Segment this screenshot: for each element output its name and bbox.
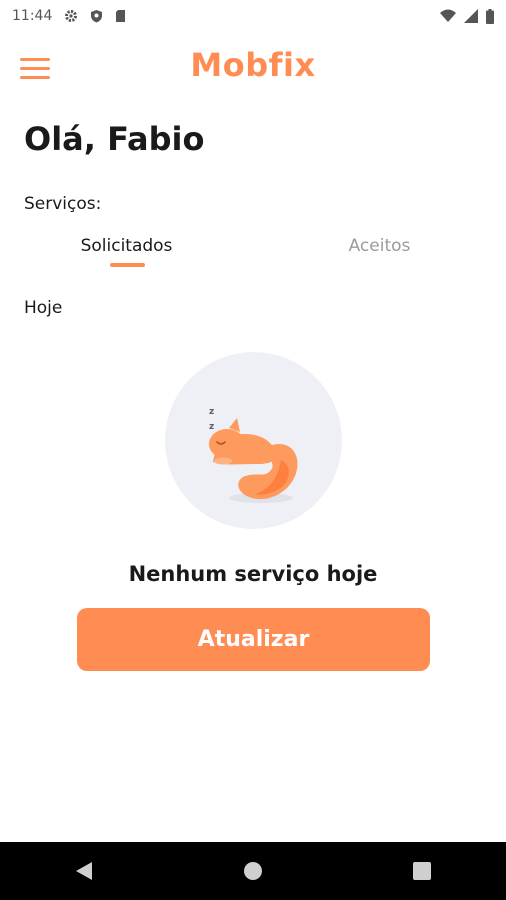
battery-icon xyxy=(486,8,494,24)
app-bar: Mobfix xyxy=(0,40,506,96)
empty-state-message: Nenhum serviço hoje xyxy=(128,562,378,586)
svg-text:z: z xyxy=(209,407,214,417)
shield-icon xyxy=(90,9,103,23)
status-right xyxy=(440,8,494,24)
tab-selected-indicator xyxy=(110,263,145,267)
app-title: Mobfix xyxy=(190,46,316,84)
services-tabs: Solicitados Aceitos xyxy=(0,228,506,272)
sleeping-squirrel-illustration: z z xyxy=(165,352,342,529)
recents-icon[interactable] xyxy=(392,842,452,900)
status-time: 11:44 xyxy=(12,8,53,24)
sd-card-icon xyxy=(115,9,126,23)
refresh-button[interactable]: Atualizar xyxy=(77,608,430,671)
greeting-heading: Olá, Fabio xyxy=(24,120,205,158)
signal-icon xyxy=(464,9,478,23)
section-label-today: Hoje xyxy=(24,298,63,318)
back-icon[interactable] xyxy=(54,842,114,900)
status-left: 11:44 xyxy=(12,8,126,24)
svg-text:z: z xyxy=(209,422,214,432)
home-icon[interactable] xyxy=(223,842,283,900)
system-nav-bar xyxy=(0,842,506,900)
gear-icon xyxy=(64,9,78,23)
services-label: Serviços: xyxy=(24,194,102,214)
tab-requested[interactable]: Solicitados xyxy=(0,236,253,256)
status-bar: 11:44 xyxy=(0,0,506,32)
wifi-icon xyxy=(440,9,456,23)
tab-accepted[interactable]: Aceitos xyxy=(253,236,506,256)
